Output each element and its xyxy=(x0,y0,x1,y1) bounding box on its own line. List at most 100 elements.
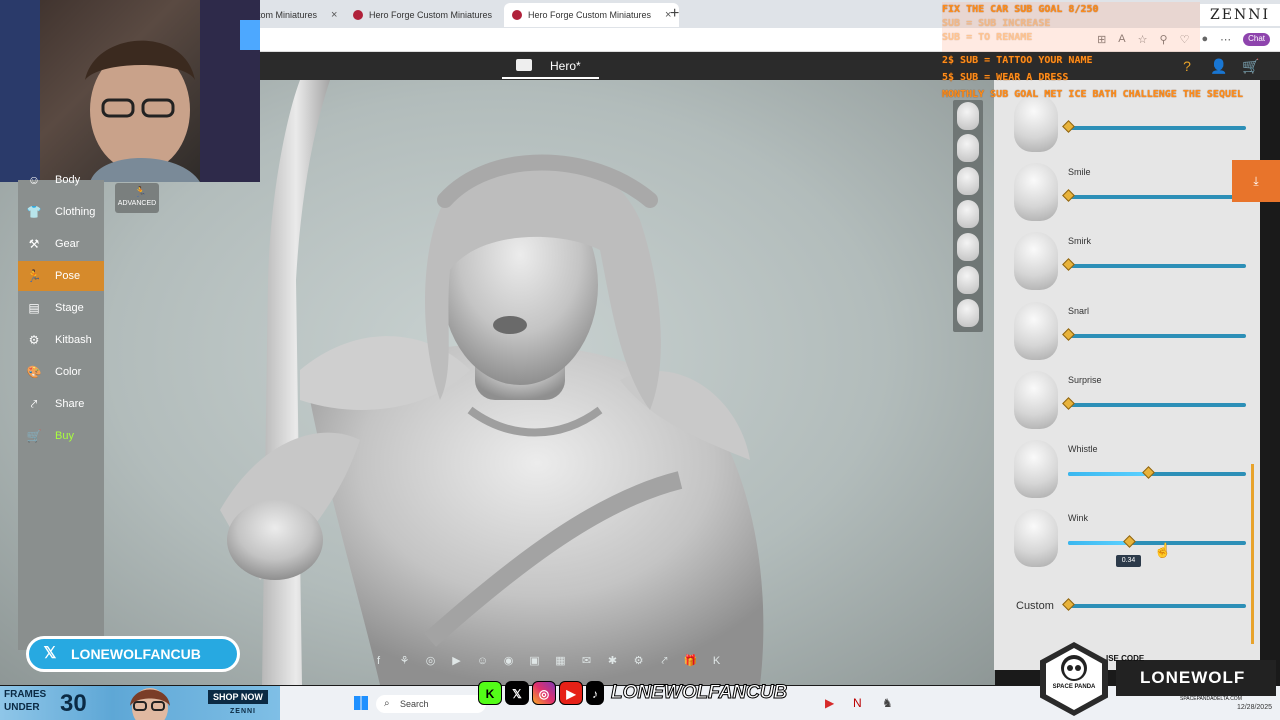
browser-tab[interactable]: tom Miniatures × xyxy=(250,3,345,27)
slider-track[interactable] xyxy=(1062,397,1246,410)
nav-label: Clothing xyxy=(55,206,96,218)
slider-track[interactable] xyxy=(1068,466,1246,479)
kick-icon: K xyxy=(478,681,502,705)
project-title[interactable]: Hero* xyxy=(550,59,581,73)
settings-icon[interactable]: ⚙ xyxy=(630,654,647,668)
expression-preset[interactable] xyxy=(957,299,979,327)
expression-preset[interactable] xyxy=(957,200,979,228)
search-placeholder: Search xyxy=(400,699,429,709)
price-number: 30 xyxy=(60,690,87,717)
slider-track[interactable] xyxy=(1062,598,1246,611)
browser-tab[interactable]: Hero Forge Custom Miniatures × xyxy=(345,3,520,27)
slider-thumb[interactable] xyxy=(1062,258,1075,271)
shop-now-button[interactable]: SHOP NOW xyxy=(208,690,268,704)
kitbash-icon: ⚙ xyxy=(28,333,40,347)
slider-thumb[interactable] xyxy=(1062,189,1075,202)
social-handle-banner: K 𝕏 ◎ ▶ ♪ LONEWOLFANCUB xyxy=(478,676,788,710)
expression-slider-row: Smirk xyxy=(1008,230,1253,296)
nav-label: Kitbash xyxy=(55,334,92,346)
nav-item-stage[interactable]: ▤ Stage xyxy=(18,293,104,323)
expression-preset[interactable] xyxy=(957,167,979,195)
mail-icon[interactable]: ✉ xyxy=(578,654,595,668)
palette-icon: 🎨 xyxy=(26,365,42,379)
expression-preset[interactable] xyxy=(957,102,979,130)
face-preview-icon xyxy=(1014,371,1058,429)
model-photo xyxy=(130,688,170,720)
panda-icon xyxy=(1061,655,1087,681)
nav-item-gear[interactable]: ⚒ Gear xyxy=(18,229,104,259)
slider-track[interactable] xyxy=(1062,189,1246,202)
gift-icon[interactable]: 🎁 xyxy=(682,654,699,668)
goal-line: SUB = SUB INCREASE xyxy=(942,18,1051,29)
x-handle-pill: 𝕏 LONEWOLFANCUB xyxy=(26,636,240,672)
close-tab-icon[interactable]: × xyxy=(331,9,337,21)
zenni-small-logo: ZENNI xyxy=(230,708,256,715)
nav-item-pose[interactable]: 🏃 Pose xyxy=(18,261,104,291)
shirt-icon: 👕 xyxy=(26,205,42,219)
pose-figure-icon: 🏃 xyxy=(134,187,147,198)
side-tab-button[interactable]: ⤓ xyxy=(1232,160,1280,202)
folder-icon[interactable] xyxy=(516,59,532,71)
x-icon: 𝕏 xyxy=(505,681,529,705)
discord-icon[interactable]: ☺ xyxy=(474,654,491,668)
slider-track[interactable] xyxy=(1062,328,1246,341)
body-icon: ☺ xyxy=(27,173,41,187)
facebook-icon[interactable]: f xyxy=(370,654,387,668)
mouse-cursor-icon: ☝ xyxy=(1154,542,1172,558)
slider-track[interactable] xyxy=(1062,120,1246,133)
nav-item-share[interactable]: ⤤ Share xyxy=(18,389,104,419)
face-preview-icon xyxy=(1014,163,1058,221)
space-panda-text: SPACE PANDA xyxy=(1052,684,1096,690)
nav-item-kitbash[interactable]: ⚙ Kitbash xyxy=(18,325,104,355)
pose-icon: 🏃 xyxy=(26,269,42,283)
slider-thumb[interactable] xyxy=(1062,120,1075,133)
expression-preset[interactable] xyxy=(957,233,979,261)
calendar-icon[interactable]: ▦ xyxy=(552,654,569,668)
slider-label: Snarl xyxy=(1068,306,1090,316)
expression-slider-row: Snarl xyxy=(1008,300,1253,366)
nav-label: Body xyxy=(55,174,81,186)
slider-track[interactable] xyxy=(1062,258,1246,271)
promo-code-name: LONEWOLF xyxy=(1140,668,1246,687)
nav-item-body[interactable]: ☺ Body xyxy=(18,172,104,188)
expression-preset[interactable] xyxy=(957,266,979,294)
title-underline xyxy=(502,77,599,79)
nav-item-color[interactable]: 🎨 Color xyxy=(18,357,104,387)
reddit-icon[interactable]: ◉ xyxy=(500,654,517,668)
slider-thumb[interactable] xyxy=(1062,598,1075,611)
face-preview-icon xyxy=(1014,232,1058,290)
frames-text: FRAMES UNDER xyxy=(4,688,46,714)
face-preview-icon xyxy=(1014,509,1058,567)
goal-line: FIX THE CAR SUB GOAL 8/250 xyxy=(942,4,1099,15)
slider-thumb[interactable] xyxy=(1062,328,1075,341)
goal-line: SUB = TO RENAME xyxy=(942,32,1033,43)
face-preview-icon xyxy=(1014,440,1058,498)
instagram-icon[interactable]: ◎ xyxy=(422,654,439,668)
browser-tab-active[interactable]: Hero Forge Custom Miniatures × xyxy=(504,3,680,27)
slider-thumb[interactable] xyxy=(1062,397,1075,410)
slider-fill xyxy=(1068,541,1129,545)
twitch-icon[interactable]: ▣ xyxy=(526,654,543,668)
kickstarter-icon[interactable]: K xyxy=(708,654,725,668)
frames-ad-banner: FRAMES UNDER 30 SHOP NOW ZENNI xyxy=(0,686,280,720)
expression-preset[interactable] xyxy=(957,134,979,162)
tiktok-icon[interactable]: ✱ xyxy=(604,654,621,668)
advanced-button[interactable]: 🏃 ADVANCED xyxy=(115,183,159,213)
youtube-app-icon[interactable]: ▶ xyxy=(825,696,834,710)
bluesky-icon[interactable]: ⚘ xyxy=(396,654,413,668)
windows-start-icon[interactable] xyxy=(354,696,368,710)
slider-thumb[interactable] xyxy=(1122,535,1136,548)
youtube-icon[interactable]: ▶ xyxy=(448,654,465,668)
nav-item-clothing[interactable]: 👕 Clothing xyxy=(18,197,104,227)
slider-thumb[interactable] xyxy=(1142,466,1155,479)
nav-item-buy[interactable]: 🛒 Buy xyxy=(18,421,104,451)
tab-label: Hero Forge Custom Miniatures xyxy=(528,10,652,20)
slider-value-tooltip: 0.34 xyxy=(1116,555,1141,567)
netflix-app-icon[interactable]: N xyxy=(853,696,862,710)
youtube-icon: ▶ xyxy=(559,681,583,705)
new-tab-button[interactable]: + xyxy=(670,5,679,23)
share-icon[interactable]: ⤤ xyxy=(656,654,673,668)
taskbar-search[interactable]: ⌕ Search xyxy=(376,695,486,713)
custom-slider[interactable] xyxy=(1008,570,1253,611)
app-icon[interactable]: ♞ xyxy=(882,696,893,710)
